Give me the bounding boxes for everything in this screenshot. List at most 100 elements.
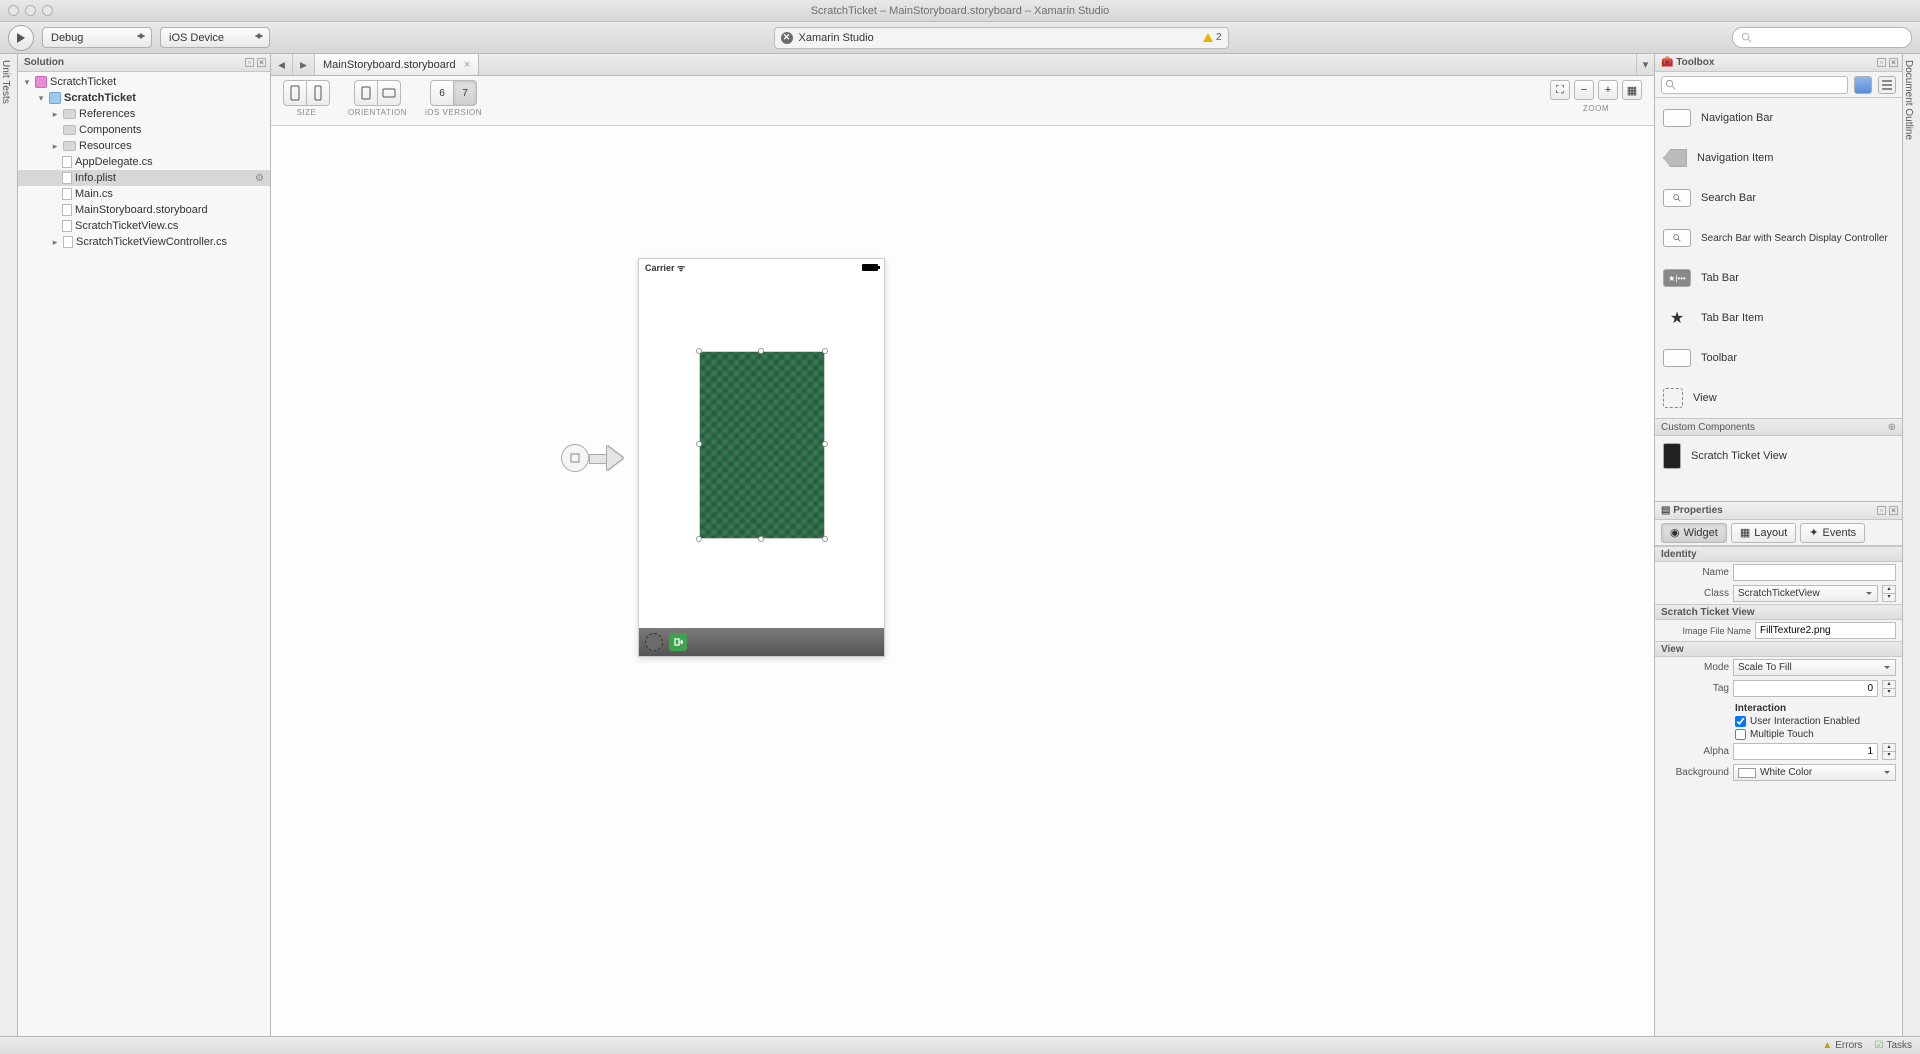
property-tag-input[interactable] (1733, 680, 1878, 697)
property-class-combo[interactable]: ScratchTicketView (1733, 585, 1878, 602)
unit-tests-tab[interactable]: Unit Tests (0, 54, 11, 104)
scratch-ticket-view[interactable] (699, 351, 825, 539)
tabs-dropdown[interactable]: ▾ (1636, 54, 1654, 75)
add-component-button[interactable]: ⊕ (1888, 422, 1896, 433)
warning-icon (1203, 33, 1213, 42)
properties-tab-layout[interactable]: ▦ Layout (1731, 523, 1796, 543)
size-phone5-button[interactable] (306, 80, 330, 106)
custom-components-section[interactable]: Custom Components⊕ (1655, 418, 1902, 436)
user-interaction-checkbox[interactable] (1735, 716, 1746, 727)
configuration-dropdown[interactable]: Debug (42, 27, 152, 48)
titlebar: ScratchTicket – MainStoryboard.storyboar… (0, 0, 1920, 22)
properties-tab-widget[interactable]: ◉ Widget (1661, 523, 1727, 543)
toolbox-search-input[interactable] (1661, 76, 1848, 94)
multiple-touch-checkbox[interactable] (1735, 729, 1746, 740)
editor-area: ◂ ▸ MainStoryboard.storyboard × ▾ SIZE (271, 54, 1654, 1036)
orientation-landscape-button[interactable] (377, 80, 401, 106)
zoom-out-button[interactable]: − (1574, 80, 1594, 100)
toolbox-item-navigation-item[interactable]: Navigation Item (1655, 138, 1902, 178)
close-window[interactable] (8, 5, 19, 16)
entry-point-marker[interactable] (561, 444, 625, 472)
device-dropdown[interactable]: iOS Device (160, 27, 270, 48)
run-button[interactable] (8, 25, 34, 51)
file-storyboard[interactable]: MainStoryboard.storyboard (18, 202, 270, 218)
file-scratchticketview[interactable]: ScratchTicketView.cs (18, 218, 270, 234)
first-responder-icon[interactable] (645, 633, 663, 651)
resize-handle[interactable] (822, 536, 828, 542)
file-viewcontroller[interactable]: ScratchTicketViewController.cs (18, 234, 270, 250)
resources-folder[interactable]: Resources (18, 138, 270, 154)
panel-options[interactable]: ▫ (245, 58, 254, 67)
resize-handle[interactable] (758, 348, 764, 354)
size-phone-button[interactable] (283, 80, 307, 106)
view-controller[interactable]: Carrier ᯤ (638, 258, 885, 657)
properties-icon: ▤ (1661, 505, 1670, 516)
property-background-combo[interactable]: White Color (1733, 764, 1896, 781)
panel-close[interactable]: × (257, 58, 266, 67)
alpha-stepper[interactable]: ▴▾ (1882, 743, 1896, 760)
scene-dock[interactable] (639, 628, 884, 656)
file-appdelegate[interactable]: AppDelegate.cs (18, 154, 270, 170)
toolbox-item-search-bar[interactable]: Search Bar (1655, 178, 1902, 218)
bottom-statusbar: ▲Errors ☑Tasks (0, 1036, 1920, 1054)
battery-icon (862, 264, 878, 271)
global-search[interactable] (1732, 27, 1912, 48)
toolbox-item-search-display[interactable]: Search Bar with Search Display Controlle… (1655, 218, 1902, 258)
components-folder[interactable]: Components (18, 122, 270, 138)
gear-icon[interactable]: ⚙ (255, 173, 264, 184)
toolbox-view-grid[interactable] (1854, 76, 1872, 94)
property-name-input[interactable] (1733, 564, 1896, 581)
panel-options[interactable]: ▫ (1877, 58, 1886, 67)
nav-forward-button[interactable]: ▸ (293, 54, 315, 75)
tag-stepper[interactable]: ▴▾ (1882, 680, 1896, 697)
toolbox-view-list[interactable] (1878, 76, 1896, 94)
tab-close-icon[interactable]: × (464, 59, 470, 71)
file-infoplist[interactable]: Info.plist ⚙ (18, 170, 270, 186)
toolbox-item-toolbar[interactable]: Toolbar (1655, 338, 1902, 378)
design-canvas[interactable]: Carrier ᯤ (271, 126, 1654, 1036)
document-outline-tab[interactable]: Document Outline (1903, 54, 1914, 140)
errors-pad-button[interactable]: ▲Errors (1822, 1040, 1862, 1051)
exit-icon[interactable] (669, 633, 687, 651)
toolbox-item-view[interactable]: View (1655, 378, 1902, 418)
file-main[interactable]: Main.cs (18, 186, 270, 202)
property-image-input[interactable] (1755, 622, 1896, 639)
panel-options[interactable]: ▫ (1877, 506, 1886, 515)
references-folder[interactable]: References (18, 106, 270, 122)
class-stepper[interactable]: ▴▾ (1882, 585, 1896, 602)
minimize-window[interactable] (25, 5, 36, 16)
tab-storyboard[interactable]: MainStoryboard.storyboard × (315, 54, 479, 75)
zoom-actual-button[interactable]: ▦ (1622, 80, 1642, 100)
orientation-portrait-button[interactable] (354, 80, 378, 106)
property-alpha-input[interactable] (1733, 743, 1878, 760)
panel-close[interactable]: × (1889, 58, 1898, 67)
property-mode-combo[interactable]: Scale To Fill (1733, 659, 1896, 676)
resize-handle[interactable] (758, 536, 764, 542)
segue-arrow-icon (589, 446, 625, 470)
resize-handle[interactable] (696, 536, 702, 542)
main-toolbar: Debug iOS Device ✕ Xamarin Studio 2 (0, 22, 1920, 54)
panel-close[interactable]: × (1889, 506, 1898, 515)
properties-tab-events[interactable]: ✦ Events (1800, 523, 1865, 543)
toolbox-item-tab-bar[interactable]: ★|•••Tab Bar (1655, 258, 1902, 298)
zoom-fit-button[interactable]: ⛶ (1550, 80, 1570, 100)
warnings-indicator[interactable]: 2 (1203, 32, 1222, 43)
left-rail: Unit Tests (0, 54, 18, 1036)
toolbox-panel: 🧰 Toolbox ▫× Navigation Bar Navigation I… (1655, 54, 1902, 502)
resize-handle[interactable] (696, 348, 702, 354)
zoom-in-button[interactable]: + (1598, 80, 1618, 100)
resize-handle[interactable] (822, 348, 828, 354)
search-input[interactable] (1756, 32, 1903, 44)
zoom-window[interactable] (42, 5, 53, 16)
toolbox-item-navigation-bar[interactable]: Navigation Bar (1655, 98, 1902, 138)
ios7-button[interactable]: 7 (453, 80, 477, 106)
toolbox-item-tab-bar-item[interactable]: ★Tab Bar Item (1655, 298, 1902, 338)
resize-handle[interactable] (696, 441, 702, 447)
solution-node[interactable]: ScratchTicket (18, 74, 270, 90)
ios6-button[interactable]: 6 (430, 80, 454, 106)
toolbox-item-scratch-ticket[interactable]: Scratch Ticket View (1655, 436, 1902, 476)
project-node[interactable]: ScratchTicket (18, 90, 270, 106)
resize-handle[interactable] (822, 441, 828, 447)
tasks-pad-button[interactable]: ☑Tasks (1874, 1040, 1912, 1051)
nav-back-button[interactable]: ◂ (271, 54, 293, 75)
